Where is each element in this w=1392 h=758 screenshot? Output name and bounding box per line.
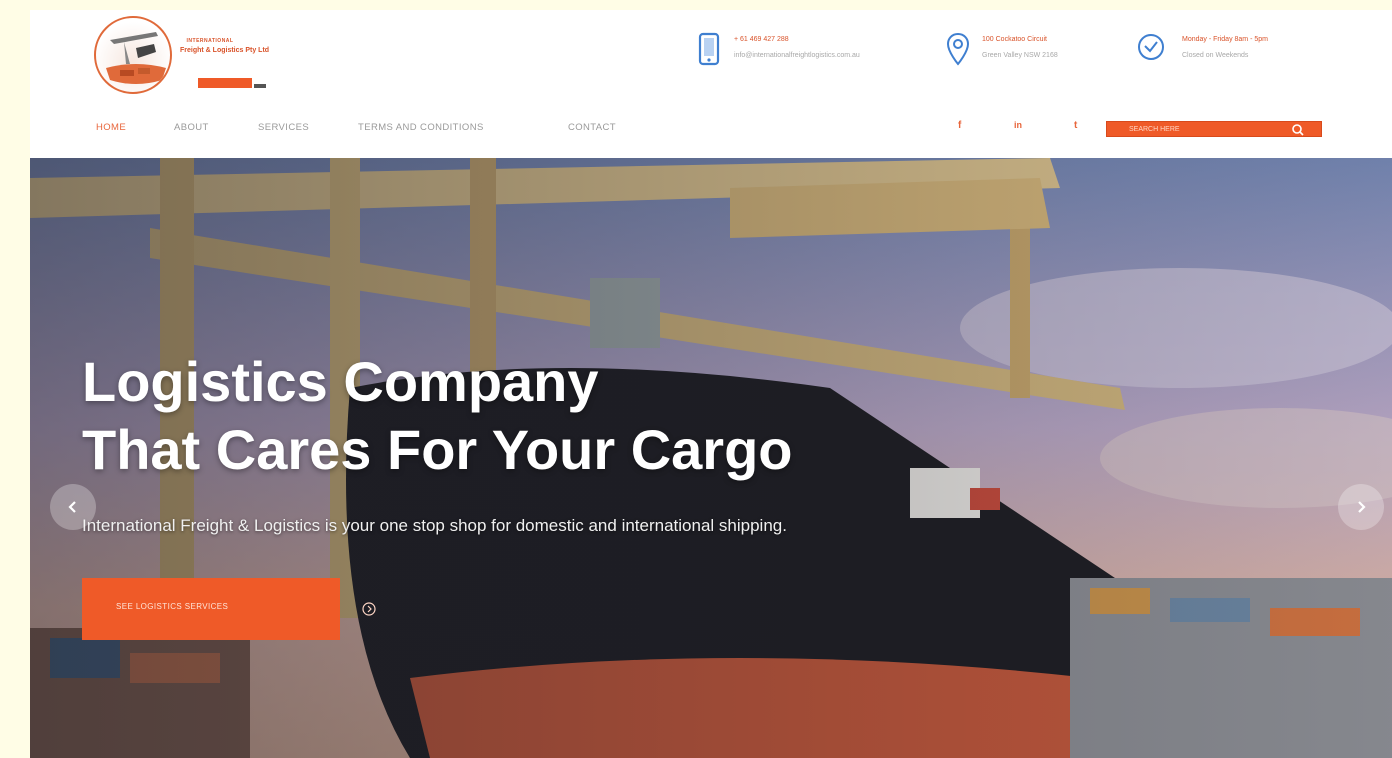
site-header: INTERNATIONAL Freight & Logistics Pty Lt… — [30, 10, 1392, 158]
logo-truck-cab — [254, 84, 266, 88]
contact-email[interactable]: info@internationalfreightlogistics.com.a… — [734, 52, 860, 59]
company-logo[interactable]: INTERNATIONAL Freight & Logistics Pty Lt… — [94, 16, 314, 102]
cta-label: SEE LOGISTICS SERVICES — [116, 602, 229, 611]
search-input[interactable] — [1107, 122, 1309, 136]
address-line-1: 100 Cockatoo Circuit — [982, 36, 1047, 43]
hero-headline: Logistics Company That Cares For Your Ca… — [82, 348, 1082, 484]
search-box — [1106, 121, 1322, 137]
chevron-left-icon — [68, 501, 76, 513]
nav-item-home[interactable]: HOME — [96, 122, 126, 133]
circle-arrow-right-icon — [362, 602, 376, 616]
hero-headline-line-2: That Cares For Your Cargo — [82, 418, 793, 481]
hero-slider: Logistics Company That Cares For Your Ca… — [30, 158, 1392, 758]
see-logistics-services-button[interactable]: SEE LOGISTICS SERVICES — [82, 578, 376, 640]
logo-truck-graphic — [198, 78, 252, 88]
phone-icon — [698, 32, 720, 71]
map-pin-icon — [946, 32, 970, 71]
slider-next-button[interactable] — [1338, 484, 1384, 530]
logo-kicker: INTERNATIONAL — [186, 38, 234, 44]
logo-company-name: Freight & Logistics Pty Ltd — [180, 47, 270, 54]
address-line-2: Green Valley NSW 2168 — [982, 52, 1058, 59]
hours-line-1: Monday - Friday 8am - 5pm — [1182, 36, 1268, 43]
hero-headline-line-1: Logistics Company — [82, 350, 599, 413]
nav-item-terms[interactable]: TERMS AND CONDITIONS — [358, 122, 484, 133]
clock-icon — [1136, 32, 1166, 67]
header-phone-info: + 61 469 427 288 info@internationalfreig… — [698, 32, 938, 72]
logo-emblem — [94, 16, 172, 94]
logo-wordmark: INTERNATIONAL Freight & Logistics Pty Lt… — [180, 36, 310, 56]
website: INTERNATIONAL Freight & Logistics Pty Lt… — [30, 10, 1392, 758]
nav-item-about[interactable]: ABOUT — [174, 122, 209, 133]
chevron-right-icon — [1358, 501, 1366, 513]
hero-subtitle: International Freight & Logistics is you… — [82, 516, 787, 535]
facebook-icon[interactable]: f — [958, 120, 961, 131]
twitter-icon[interactable]: t — [1074, 120, 1077, 131]
linkedin-icon[interactable]: in — [1014, 120, 1022, 130]
header-hours-info: Monday - Friday 8am - 5pm Closed on Week… — [1136, 32, 1386, 72]
slider-prev-button[interactable] — [50, 484, 96, 530]
nav-item-contact[interactable]: CONTACT — [568, 122, 616, 133]
phone-number[interactable]: + 61 469 427 288 — [734, 36, 789, 43]
header-address-info: 100 Cockatoo Circuit Green Valley NSW 21… — [946, 32, 1136, 72]
search-icon[interactable] — [1291, 123, 1305, 136]
hours-line-2: Closed on Weekends — [1182, 52, 1249, 59]
nav-item-services[interactable]: SERVICES — [258, 122, 309, 133]
